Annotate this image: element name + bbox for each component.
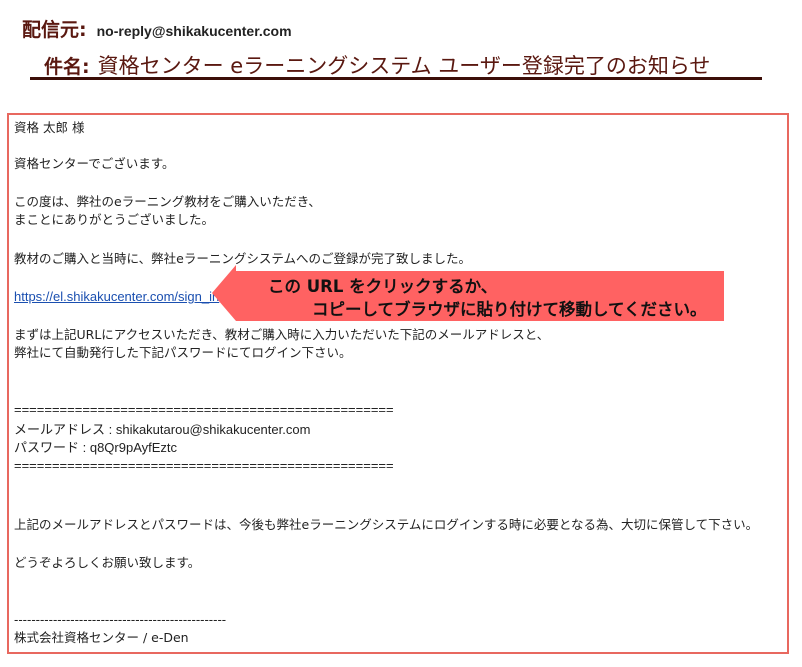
separator-bottom: ========================================… <box>14 458 394 473</box>
separator-top: ========================================… <box>14 402 394 417</box>
subject-underline <box>30 77 762 80</box>
signature: 株式会社資格センター / e-Den <box>14 630 189 645</box>
signature-rule: ----------------------------------------… <box>14 612 227 627</box>
intro-text: 資格センターでございます。 <box>14 156 175 171</box>
from-label: 配信元: <box>22 19 87 41</box>
reminder-text: 上記のメールアドレスとパスワードは、今後も弊社eラーニングシステムにログインする… <box>14 517 759 532</box>
signin-link[interactable]: https://el.shikakucenter.com/sign_in <box>14 289 219 304</box>
subject-label: 件名: <box>44 56 90 78</box>
password-line: パスワード : q8Qr9pAyfEztc <box>14 440 178 455</box>
thanks-line-2: まことにありがとうございました。 <box>14 212 215 227</box>
thanks-line-1: この度は、弊社のeラーニング教材をご購入いただき、 <box>14 194 321 209</box>
from-address: no-reply@shikakucenter.com <box>96 23 292 39</box>
subject-text: 資格センター eラーニングシステム ユーザー登録完了のお知らせ <box>97 54 711 78</box>
email-body: 資格 太郎 様 資格センターでございます。 この度は、弊社のeラーニング教材をご… <box>7 113 789 654</box>
from-header: 配信元: no-reply@shikakucenter.com <box>22 15 292 42</box>
callout-line-2: コピーしてブラウザに貼り付けて移動してください。 <box>312 300 707 319</box>
closing-text: どうぞよろしくお願い致します。 <box>14 555 201 570</box>
access-line-1: まずは上記URLにアクセスいただき、教材ご購入時に入力いただいた下記のメールアド… <box>14 327 550 342</box>
instruction-callout: この URL をクリックするか、 コピーしてブラウザに貼り付けて移動してください… <box>212 265 724 321</box>
access-line-2: 弊社にて自動発行した下記パスワードにてログイン下さい。 <box>14 345 352 360</box>
callout-line-1: この URL をクリックするか、 <box>268 277 498 296</box>
email-line: メールアドレス : shikakutarou@shikakucenter.com <box>14 422 311 437</box>
greeting: 資格 太郎 様 <box>14 120 85 135</box>
subject-header: 件名: 資格センター eラーニングシステム ユーザー登録完了のお知らせ <box>44 50 710 80</box>
